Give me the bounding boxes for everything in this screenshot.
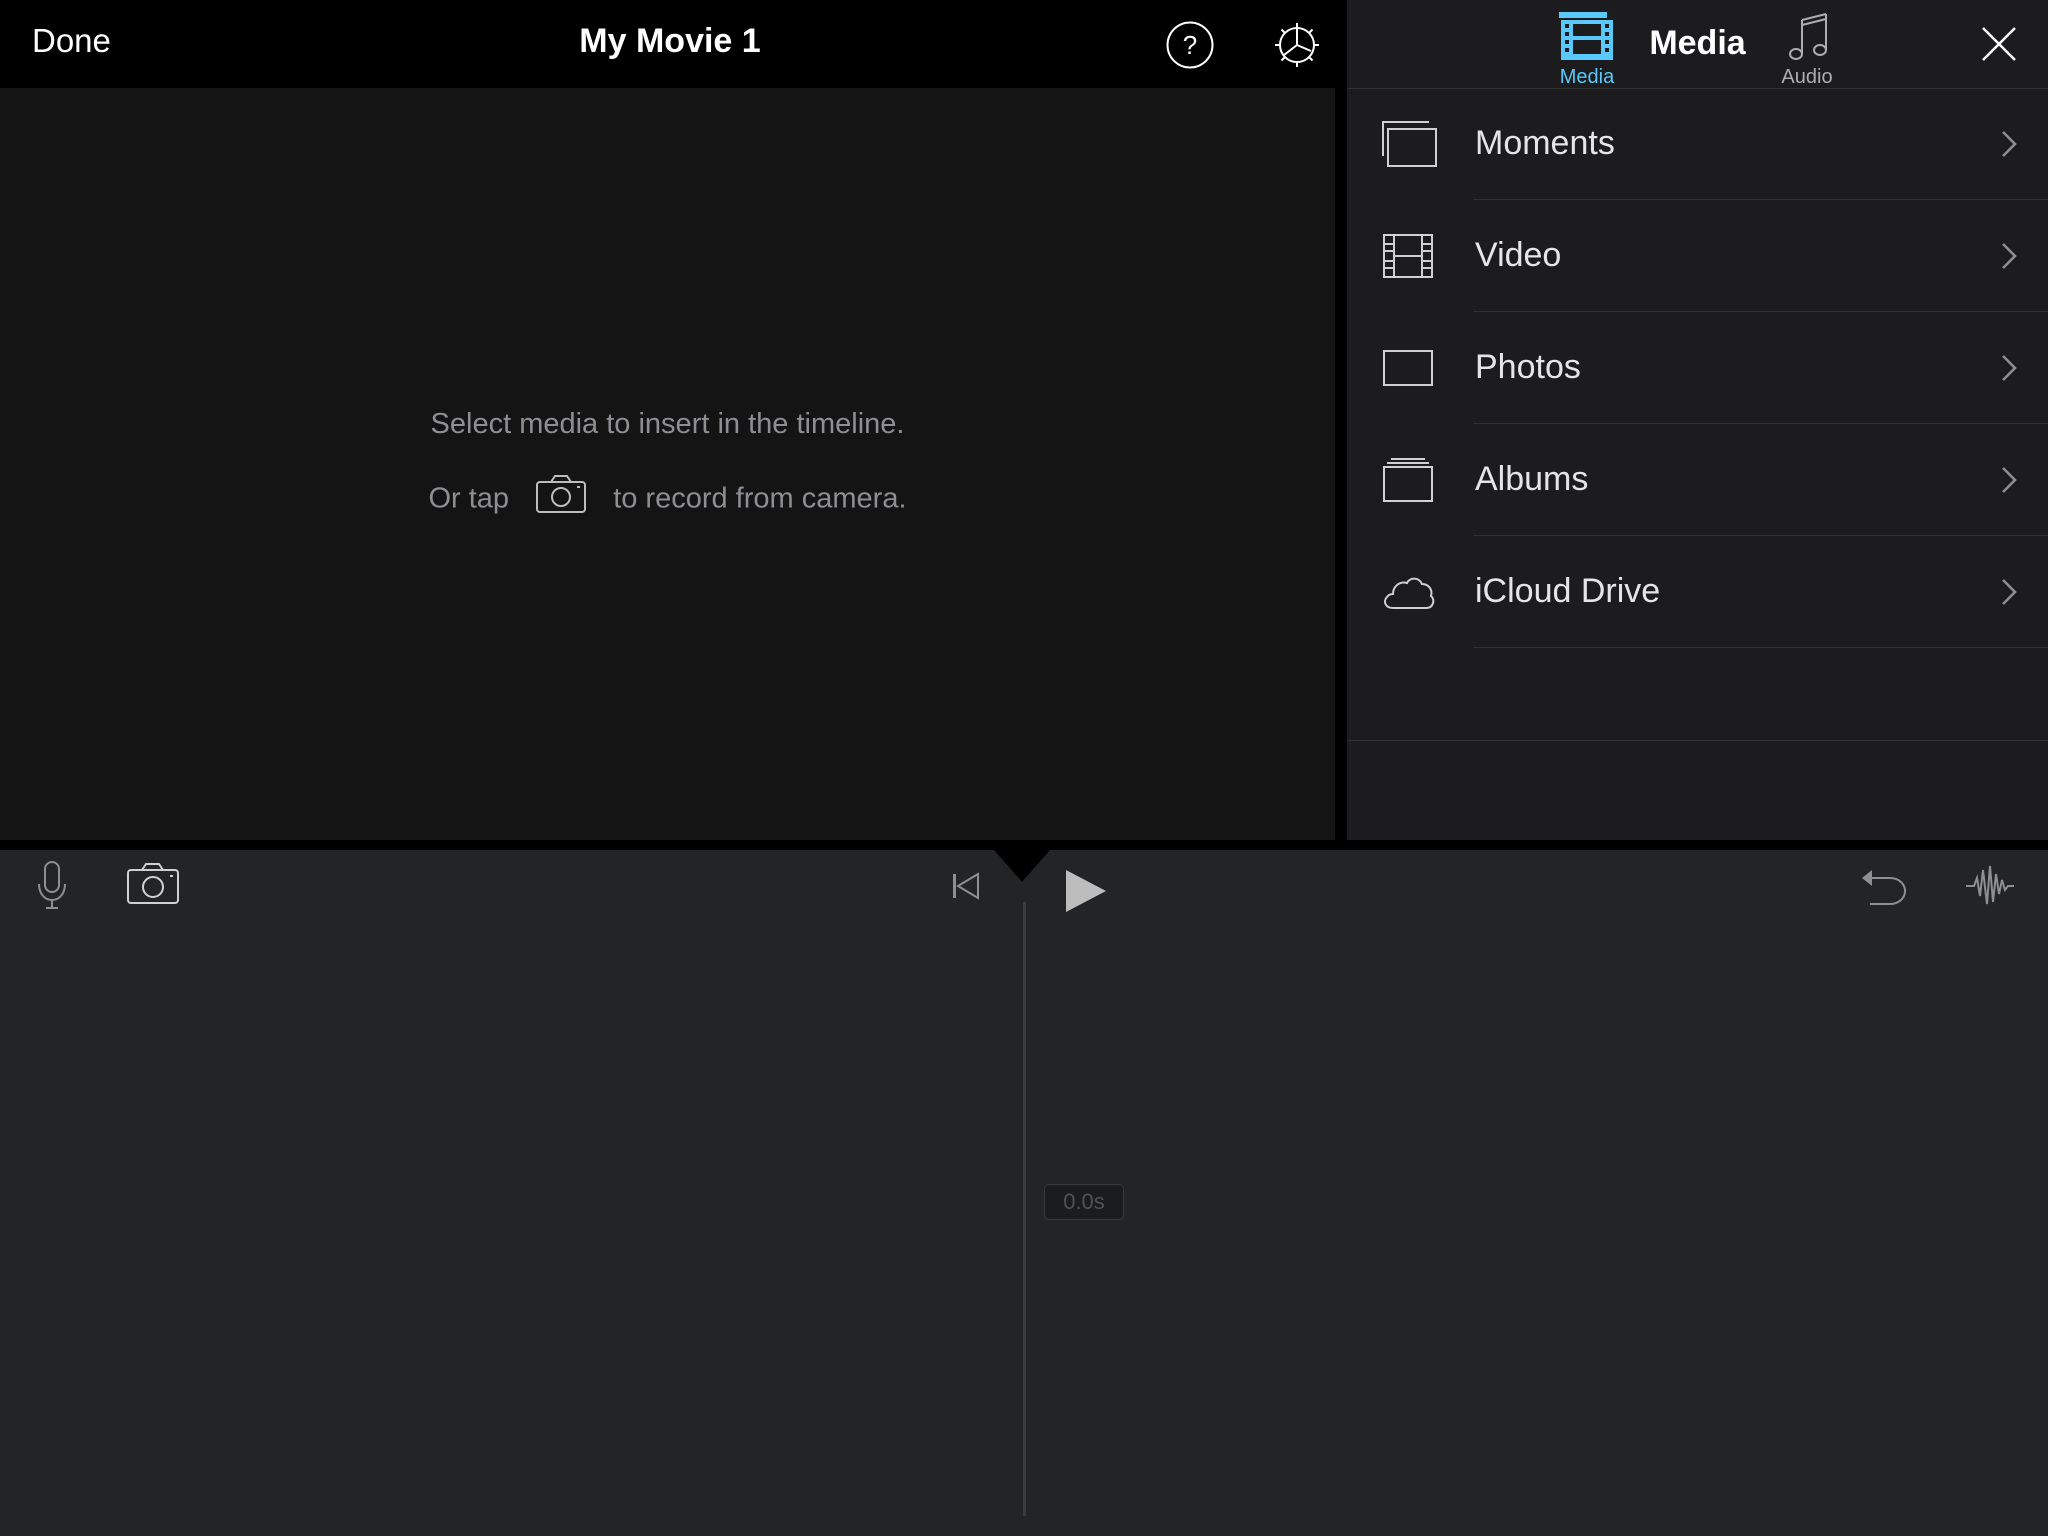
- media-item-icloud-drive[interactable]: iCloud Drive: [1347, 536, 2048, 648]
- settings-gear-icon[interactable]: [1272, 20, 1322, 70]
- video-viewer: Select media to insert in the timeline. …: [0, 88, 1335, 840]
- camera-record-icon[interactable]: [126, 862, 180, 906]
- skip-to-start-icon[interactable]: [950, 870, 982, 902]
- media-browser-panel: Media Moments Video Photos Albums iCloud…: [1347, 0, 2048, 841]
- chevron-right-icon: [1999, 240, 2019, 272]
- tab-audio-label: Audio: [1781, 66, 1833, 88]
- music-note-icon: [1789, 13, 1827, 60]
- media-item-photos[interactable]: Photos: [1347, 312, 2048, 424]
- media-tab-icon: [1559, 12, 1613, 60]
- chevron-right-icon: [1999, 464, 2019, 496]
- media-item-video[interactable]: Video: [1347, 200, 2048, 312]
- photo-icon: [1381, 344, 1437, 392]
- playhead-line[interactable]: [1023, 902, 1026, 1516]
- media-item-moments[interactable]: Moments: [1347, 88, 2048, 200]
- media-item-albums[interactable]: Albums: [1347, 424, 2048, 536]
- movie-title: My Movie 1: [579, 22, 761, 60]
- tab-media[interactable]: Media: [1527, 10, 1647, 100]
- media-item-label: iCloud Drive: [1475, 572, 1661, 610]
- microphone-icon[interactable]: [36, 860, 68, 912]
- timeline[interactable]: 0.0s: [0, 850, 2048, 1536]
- chevron-right-icon: [1999, 576, 2019, 608]
- top-bar: Done My Movie 1 ?: [0, 0, 1340, 88]
- media-panel-header: Media: [1347, 0, 2048, 89]
- undo-icon[interactable]: [1860, 864, 1908, 906]
- media-item-label: Photos: [1475, 348, 1581, 386]
- tab-media-label: Media: [1559, 66, 1615, 88]
- media-panel-title: Media: [1649, 24, 1746, 62]
- film-icon: [1381, 232, 1437, 280]
- chevron-right-icon: [1999, 352, 2019, 384]
- playhead-marker: [994, 850, 1050, 884]
- media-tab-bar: [1347, 740, 2048, 841]
- row-separator: [1473, 647, 2048, 648]
- empty-state-instruction: Select media to insert in the timeline.: [430, 408, 905, 440]
- media-item-label: Albums: [1475, 460, 1589, 498]
- cloud-icon: [1381, 568, 1437, 616]
- time-readout: 0.0s: [1044, 1184, 1124, 1220]
- play-icon[interactable]: [1064, 868, 1108, 914]
- media-item-label: Video: [1475, 236, 1562, 274]
- svg-text:?: ?: [1183, 30, 1197, 60]
- camera-icon: [535, 474, 587, 514]
- tab-audio[interactable]: Audio: [1747, 10, 1867, 100]
- viewer-timeline-divider[interactable]: [0, 840, 2048, 850]
- empty-state-camera-hint: Or tap to record from camera.: [0, 475, 1335, 520]
- close-icon[interactable]: [1978, 23, 2020, 65]
- help-icon[interactable]: ?: [1165, 20, 1215, 70]
- album-icon: [1381, 456, 1437, 504]
- camera-hint-prefix: Or tap: [428, 482, 510, 515]
- audio-waveform-icon[interactable]: [1966, 864, 2014, 908]
- media-item-label: Moments: [1475, 124, 1615, 162]
- chevron-right-icon: [1999, 128, 2019, 160]
- camera-hint-suffix: to record from camera.: [613, 482, 907, 515]
- moments-icon: [1381, 120, 1437, 168]
